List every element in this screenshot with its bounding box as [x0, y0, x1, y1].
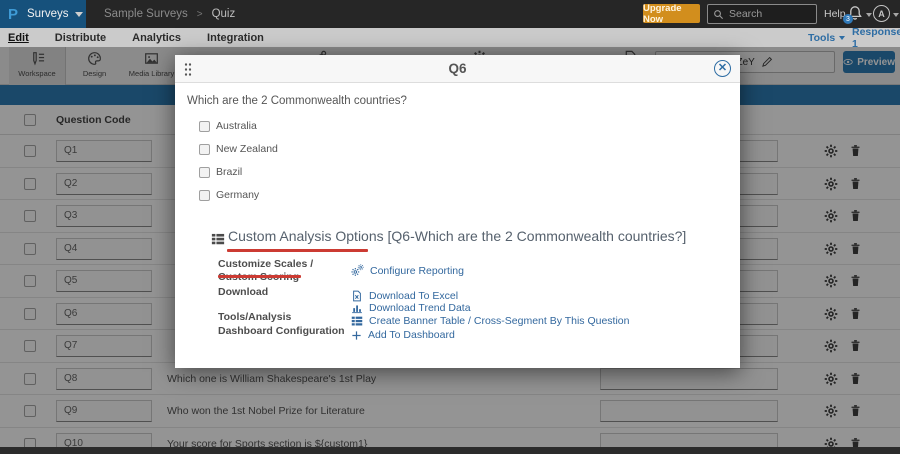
app-window: P Surveys Sample Surveys > Quiz Upgrade …: [0, 0, 900, 454]
link-label: Configure Reporting: [370, 265, 464, 277]
answer-option-row: Germany: [175, 187, 575, 210]
link-download-to-excel[interactable]: Download To Excel: [351, 290, 458, 302]
modal-question-text: Which are the 2 Commonwealth countries?: [187, 95, 407, 107]
custom-analysis-title-text: Custom Analysis Options: [228, 228, 384, 244]
link-label: Download To Excel: [369, 290, 458, 302]
label-dashboard-configuration: Dashboard Configuration: [218, 325, 345, 338]
label-tools-analysis: Tools/Analysis: [218, 311, 291, 324]
notification-badge: 3: [843, 14, 853, 24]
option-label: Brazil: [216, 166, 242, 178]
search-icon: [713, 9, 724, 20]
top-navigation-bar: P Surveys Sample Surveys > Quiz Upgrade …: [0, 0, 900, 28]
notifications-bell-icon[interactable]: 3: [847, 5, 863, 23]
custom-analysis-subject: [Q6-Which are the 2 Commonwealth countri…: [388, 228, 687, 244]
link-create-banner-table[interactable]: Create Banner Table / Cross-Segment By T…: [351, 315, 630, 327]
link-label: Download Trend Data: [369, 302, 471, 314]
custom-analysis-title: Custom Analysis Options [Q6-Which are th…: [228, 228, 686, 244]
option-label: Australia: [216, 120, 257, 132]
chevron-down-icon: [839, 36, 845, 40]
list-icon: [211, 232, 225, 246]
option-label: Germany: [216, 189, 259, 201]
tab-edit[interactable]: Edit: [8, 32, 29, 44]
label-download: Download: [218, 286, 268, 299]
link-download-trend-data[interactable]: Download Trend Data: [351, 302, 471, 314]
modal-header: Q6 ✕: [175, 55, 740, 83]
answer-option-row: Australia: [175, 118, 575, 141]
label-customize-scales: Customize Scales / Custom Scoring: [218, 258, 340, 284]
brand-area[interactable]: P Surveys: [0, 0, 86, 28]
question-detail-modal: Q6 ✕ Which are the 2 Commonwealth countr…: [175, 55, 740, 368]
section-tab-bar: Edit Distribute Analytics Integration To…: [0, 28, 900, 47]
breadcrumb-separator: >: [197, 9, 203, 20]
breadcrumb-parent[interactable]: Sample Surveys: [104, 8, 188, 20]
close-icon[interactable]: ✕: [714, 60, 731, 77]
option-checkbox[interactable]: [199, 144, 210, 155]
red-underline-annotation: [227, 249, 368, 252]
link-label: Create Banner Table / Cross-Segment By T…: [369, 315, 630, 327]
option-checkbox[interactable]: [199, 121, 210, 132]
surveys-menu-label: Surveys: [27, 8, 69, 20]
option-label: New Zealand: [216, 143, 278, 155]
breadcrumb: Sample Surveys > Quiz: [104, 0, 235, 28]
avatar[interactable]: A: [873, 5, 890, 22]
search-placeholder: Search: [729, 8, 762, 20]
link-configure-reporting[interactable]: Configure Reporting: [351, 264, 464, 277]
banner-table-icon: [351, 315, 363, 327]
excel-file-icon: [351, 290, 363, 302]
tools-dropdown[interactable]: Tools: [808, 32, 845, 44]
chevron-down-icon[interactable]: [893, 13, 899, 17]
chevron-down-icon: [75, 12, 83, 17]
answer-options: Australia New Zealand Brazil Germany: [175, 118, 575, 210]
trend-chart-icon: [351, 302, 363, 314]
tab-integration[interactable]: Integration: [207, 32, 264, 44]
breadcrumb-current: Quiz: [212, 8, 236, 20]
tools-label: Tools: [808, 32, 835, 44]
red-underline-annotation: [218, 275, 301, 278]
answer-option-row: Brazil: [175, 164, 575, 187]
option-checkbox[interactable]: [199, 190, 210, 201]
modal-title: Q6: [175, 61, 740, 76]
cogs-icon: [351, 264, 364, 277]
response-count[interactable]: Response: 1: [852, 26, 900, 50]
plus-icon: [351, 330, 362, 341]
answer-option-row: New Zealand: [175, 141, 575, 164]
search-input[interactable]: Search: [707, 4, 817, 24]
link-add-to-dashboard[interactable]: Add To Dashboard: [351, 329, 455, 341]
upgrade-now-button[interactable]: Upgrade Now: [643, 4, 700, 23]
questionpro-logo: P: [8, 6, 18, 23]
option-checkbox[interactable]: [199, 167, 210, 178]
tab-analytics[interactable]: Analytics: [132, 32, 181, 44]
tab-distribute[interactable]: Distribute: [55, 32, 106, 44]
link-label: Add To Dashboard: [368, 329, 455, 341]
chevron-down-icon[interactable]: [866, 13, 872, 17]
